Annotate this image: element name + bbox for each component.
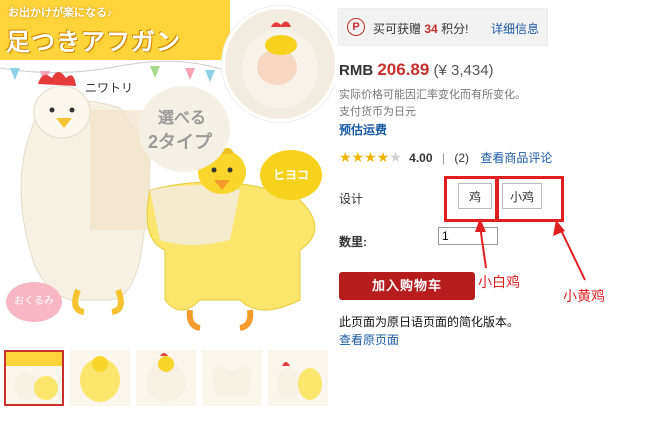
select-two-types-badge: 選べる 2タイプ	[138, 86, 230, 172]
price-amount: 206.89	[377, 60, 430, 79]
label-niwatori: ニワトリ	[85, 81, 134, 95]
star-icon: ★	[351, 149, 365, 165]
quantity-input[interactable]	[438, 227, 498, 245]
add-to-cart-button[interactable]: 加入购物车	[339, 272, 475, 300]
price-currency: RMB	[339, 62, 374, 79]
points-suffix: 积分!	[441, 22, 469, 36]
annotation-label-yellow-chick: 小黄鸡	[563, 288, 605, 304]
price-note-line1: 实际价格可能因汇率变化而有所变化。	[339, 89, 526, 101]
arrow-2-head	[553, 220, 565, 236]
view-original-page-link[interactable]: 查看原页面	[339, 331, 399, 348]
points-bar: P 买可获赠 34 积分! 详细信息	[338, 8, 548, 46]
points-text: 买可获赠 34 积分!	[373, 20, 468, 37]
thumbnail-3[interactable]	[136, 350, 196, 406]
simplified-page-note: 此页面为原日语页面的简化版本。	[339, 315, 520, 329]
thumbnail-strip	[0, 348, 335, 422]
annotation-box-2	[496, 176, 564, 222]
rating-row: ★★★★★ 4.00 | (2) 查看商品评论	[339, 149, 552, 166]
star-icon: ★	[364, 149, 377, 165]
rating-score: 4.00	[409, 151, 433, 165]
points-icon: P	[347, 18, 365, 36]
baby-photo-inset	[222, 6, 335, 122]
promo-banner: お出かけが楽になる♪ 足つきアフガン	[0, 0, 230, 60]
price-row: RMB 206.89 (¥ 3,434)	[339, 60, 494, 80]
price-note-line2: 支付货币为日元	[339, 106, 416, 118]
points-value: 34	[424, 22, 438, 36]
star-icon: ★	[339, 149, 352, 165]
star-icon: ★	[376, 149, 390, 165]
select-two-line2: 2タイプ	[148, 132, 213, 152]
shipping-estimate-link[interactable]: 预估运费	[339, 121, 387, 138]
banner-title: 足つきアフガン	[6, 29, 181, 56]
annotation-label-white-chicken: 小白鸡	[478, 274, 520, 290]
points-detail-link[interactable]: 详细信息	[491, 20, 539, 37]
arrow-2-line	[559, 227, 586, 281]
thumbnail-5[interactable]	[268, 350, 328, 406]
select-two-line1: 選べる	[158, 110, 207, 127]
thumbnail-2[interactable]	[70, 350, 130, 406]
thumbnail-4[interactable]	[202, 350, 262, 406]
rating-count: (2)	[454, 151, 469, 165]
product-main-image: お出かけが楽になる♪ 足つきアフガン ニワトリ 選べる 2タイプ ヒヨコ おくる…	[0, 0, 335, 338]
quantity-label: 数里:	[339, 235, 367, 249]
okurumi-badge: おくるみ	[6, 282, 62, 322]
rating-separator: |	[441, 151, 445, 165]
annotation-box-1	[444, 176, 498, 222]
points-prefix: 买可获赠	[373, 22, 422, 36]
baby-photo-graphic	[242, 21, 318, 109]
view-reviews-link[interactable]: 查看商品评论	[480, 151, 552, 165]
banner-subtitle: お出かけが楽になる♪	[8, 7, 113, 19]
design-label: 设计	[339, 192, 364, 206]
hiyoko-badge: ヒヨコ	[260, 150, 322, 200]
star-empty-icon: ★	[389, 149, 402, 165]
thumbnail-1[interactable]	[4, 350, 64, 406]
price-note: 实际价格可能因汇率变化而有所变化。 支付货币为日元	[339, 87, 526, 121]
price-jpy: (¥ 3,434)	[433, 62, 494, 79]
